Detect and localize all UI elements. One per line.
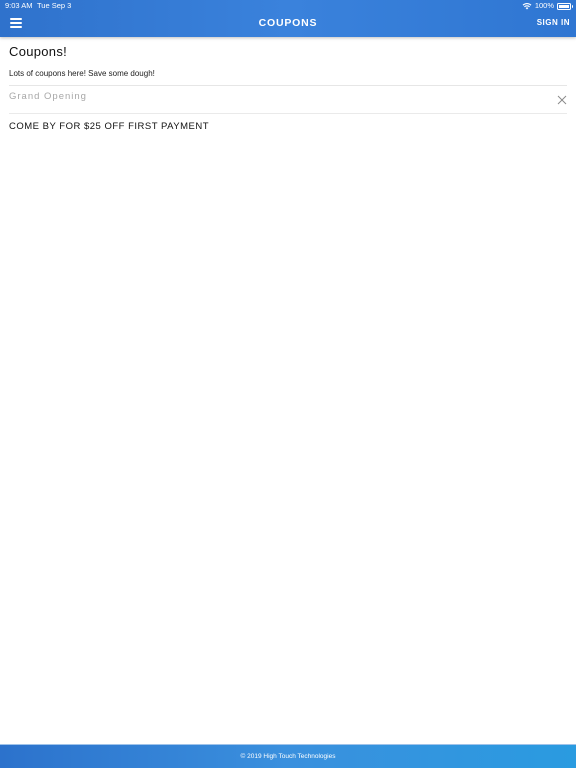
close-icon[interactable] bbox=[557, 95, 567, 105]
status-indicators: 100% bbox=[522, 0, 573, 12]
coupon-card: Grand Opening COME BY FOR $25 OFF FIRST … bbox=[9, 91, 567, 132]
coupon-divider bbox=[9, 113, 567, 114]
main-content: Coupons! Lots of coupons here! Save some… bbox=[9, 40, 567, 132]
page-subtitle: Lots of coupons here! Save some dough! bbox=[9, 69, 155, 78]
status-time: 9:03 AM bbox=[5, 1, 33, 10]
battery-percent: 100% bbox=[534, 1, 554, 10]
status-date: Tue Sep 3 bbox=[37, 1, 72, 10]
wifi-icon bbox=[522, 3, 532, 10]
battery-icon bbox=[557, 2, 573, 10]
status-bar: 9:03 AM Tue Sep 3 100% bbox=[0, 0, 576, 12]
sign-in-button[interactable]: SIGN IN bbox=[537, 18, 570, 27]
coupon-body: COME BY FOR $25 OFF FIRST PAYMENT bbox=[9, 121, 210, 132]
page-title: Coupons! bbox=[9, 44, 68, 59]
app-header: 9:03 AM Tue Sep 3 100% COUPONS SIGN IN bbox=[0, 0, 576, 37]
app-footer: © 2019 High Touch Technologies bbox=[0, 744, 576, 768]
page-header-title: COUPONS bbox=[258, 17, 318, 29]
coupon-title: Grand Opening bbox=[9, 91, 87, 102]
coupon-header[interactable]: Grand Opening bbox=[9, 91, 567, 113]
footer-copyright: © 2019 High Touch Technologies bbox=[240, 753, 336, 760]
divider bbox=[9, 85, 567, 86]
